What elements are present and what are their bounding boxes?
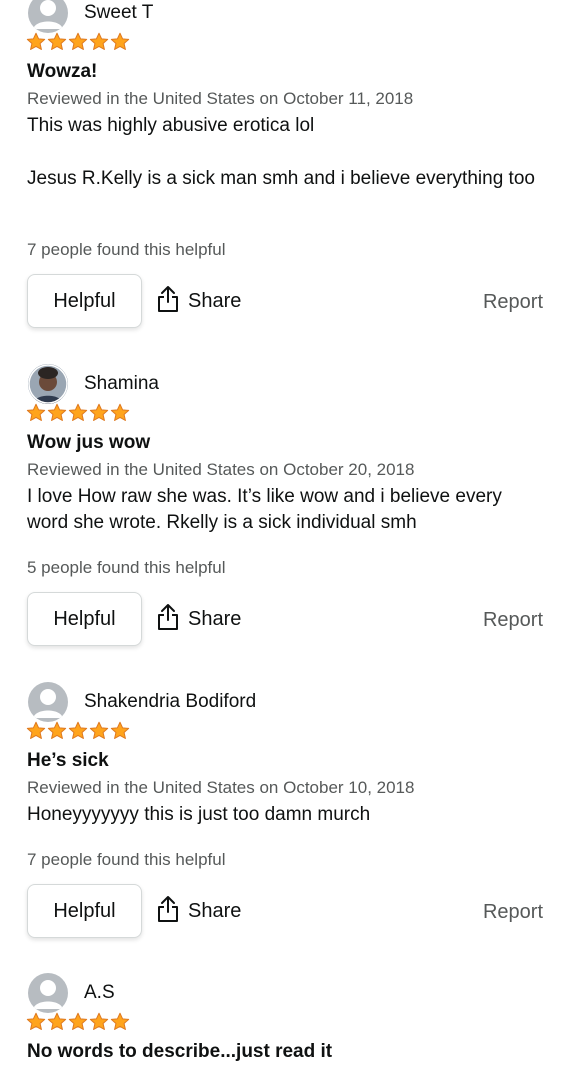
review-paragraph: Jesus R.Kelly is a sick man smh and i be… [27, 168, 535, 189]
review-body: This was highly abusive erotica lol Jesu… [27, 113, 547, 192]
star-icon [89, 1012, 109, 1034]
star-icon [47, 1012, 67, 1034]
star-rating [26, 721, 130, 743]
report-link[interactable]: Report [483, 609, 543, 632]
review-body: Honeyyyyyyy this is just too damn murch [27, 802, 547, 828]
review-paragraph: Honeyyyyyyy this is just too damn murch [27, 804, 371, 825]
author-name[interactable]: Sweet T [84, 2, 153, 24]
default-avatar-icon [28, 682, 68, 722]
helpful-count: 5 people found this helpful [27, 558, 226, 577]
star-icon [26, 721, 46, 743]
star-rating [26, 403, 130, 425]
star-icon [47, 32, 67, 54]
reviews-page: Sweet T Wowza! Reviewed in the United St… [0, 0, 570, 1080]
star-icon [89, 32, 109, 54]
default-avatar-icon [28, 973, 68, 1013]
star-icon [68, 1012, 88, 1034]
review-body: I love How raw she was. It’s like wow an… [27, 484, 547, 536]
share-button[interactable]: Share [156, 285, 241, 317]
review-date: Reviewed in the United States on October… [27, 778, 415, 797]
helpful-button[interactable]: Helpful [27, 592, 142, 646]
share-icon [156, 603, 180, 636]
review-author: Shamina [28, 364, 528, 404]
report-link[interactable]: Report [483, 901, 543, 924]
star-icon [89, 721, 109, 743]
review-author: Shakendria Bodiford [28, 682, 528, 722]
star-icon [47, 403, 67, 425]
star-icon [26, 1012, 46, 1034]
star-icon [89, 403, 109, 425]
share-button[interactable]: Share [156, 603, 241, 635]
review-title[interactable]: Wow jus wow [27, 432, 150, 454]
review-title[interactable]: No words to describe...just read it [27, 1041, 332, 1063]
review-author: A.S [28, 973, 528, 1013]
helpful-button[interactable]: Helpful [27, 274, 142, 328]
review-date: Reviewed in the United States on October… [27, 460, 415, 479]
share-button[interactable]: Share [156, 895, 241, 927]
star-icon [26, 32, 46, 54]
star-icon [68, 403, 88, 425]
user-photo-avatar [28, 364, 68, 404]
review-author: Sweet T [28, 0, 528, 33]
helpful-count: 7 people found this helpful [27, 850, 226, 869]
review-paragraph: I love How raw she was. It’s like wow an… [27, 486, 502, 533]
star-icon [68, 721, 88, 743]
author-name[interactable]: A.S [84, 982, 115, 1004]
review-date: Reviewed in the United States on October… [27, 89, 414, 108]
star-icon [110, 32, 130, 54]
star-rating [26, 1012, 130, 1034]
star-icon [47, 721, 67, 743]
star-icon [110, 721, 130, 743]
share-label: Share [188, 899, 242, 922]
share-icon [156, 285, 180, 318]
share-label: Share [188, 607, 242, 630]
star-icon [110, 1012, 130, 1034]
helpful-button[interactable]: Helpful [27, 884, 142, 938]
default-avatar-icon [28, 0, 68, 33]
author-name[interactable]: Shakendria Bodiford [84, 691, 256, 713]
star-icon [26, 403, 46, 425]
helpful-count: 7 people found this helpful [27, 240, 226, 259]
review-title[interactable]: He’s sick [27, 750, 109, 772]
star-icon [68, 32, 88, 54]
review-title[interactable]: Wowza! [27, 61, 97, 83]
star-rating [26, 32, 130, 54]
review-paragraph: This was highly abusive erotica lol [27, 115, 315, 136]
star-icon [110, 403, 130, 425]
share-icon [156, 895, 180, 928]
report-link[interactable]: Report [483, 291, 543, 314]
author-name[interactable]: Shamina [84, 373, 159, 395]
share-label: Share [188, 289, 242, 312]
